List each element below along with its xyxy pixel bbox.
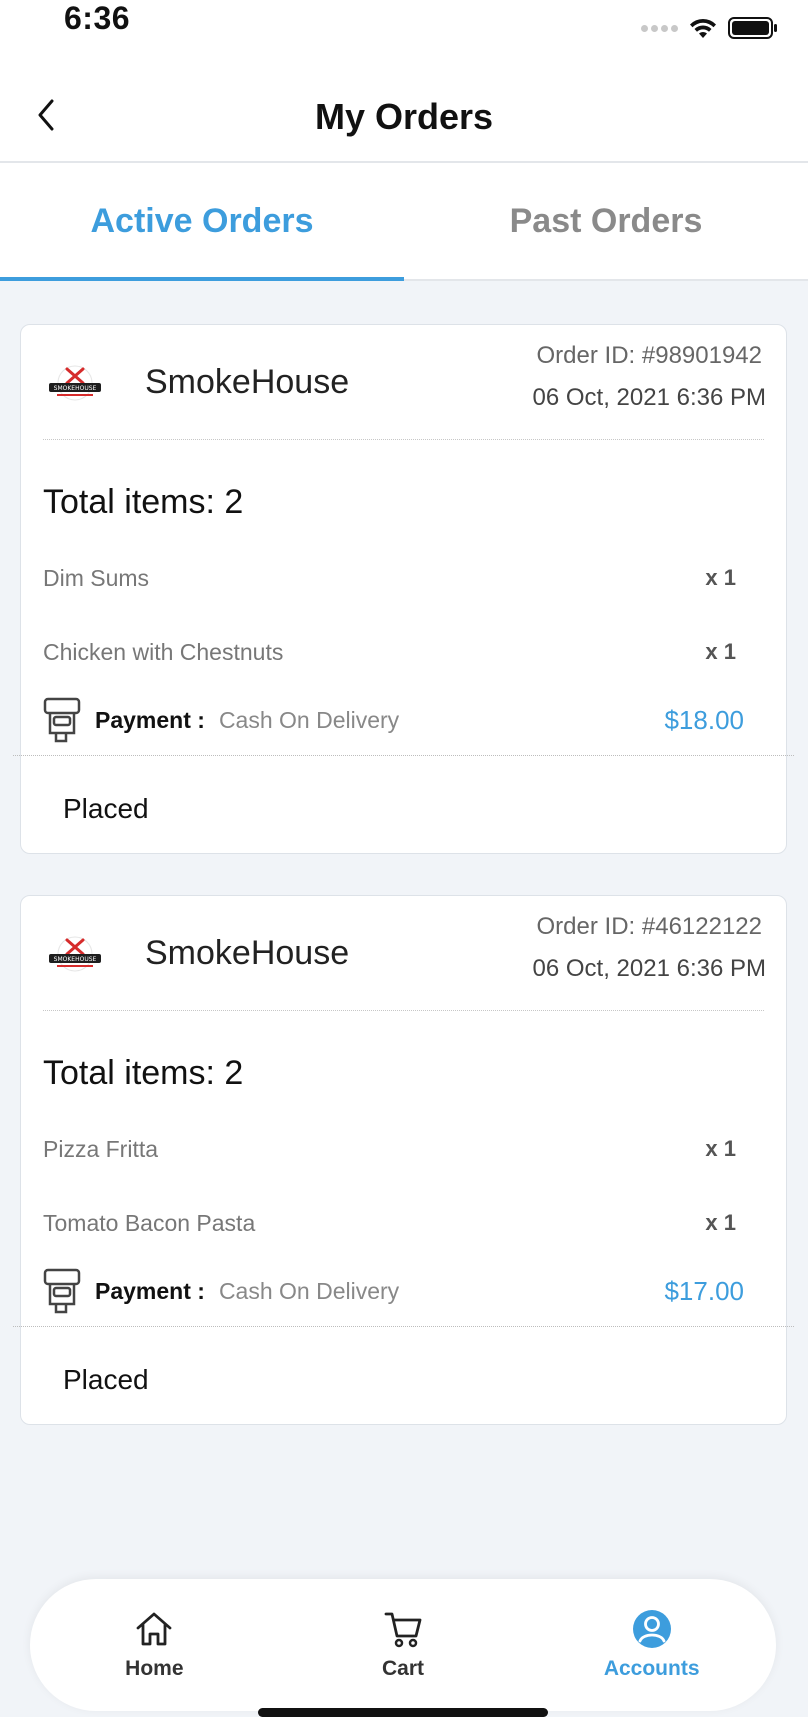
payment-label: Payment : [95, 706, 205, 733]
order-date: 06 Oct, 2021 6:36 PM [532, 384, 766, 411]
item-name: Chicken with Chestnuts [43, 639, 284, 665]
tab-active-orders[interactable]: Active Orders [0, 163, 404, 281]
signal-icon [641, 24, 678, 32]
item-name: Dim Sums [43, 565, 150, 591]
page-title: My Orders [314, 96, 494, 137]
battery-icon [728, 17, 777, 39]
app-header: My Orders [0, 60, 808, 163]
payment-icon [43, 1268, 81, 1314]
nav-home-label: Home [125, 1657, 184, 1680]
payment-icon [43, 697, 81, 743]
list-item: Dim Sums x 1 [43, 565, 736, 592]
order-amount: $17.00 [664, 1275, 744, 1306]
nav-accounts[interactable]: Accounts [527, 1579, 776, 1711]
store-name: SmokeHouse [145, 934, 350, 972]
order-id: Order ID: #46122122 [536, 913, 762, 940]
order-card[interactable]: SMOKEHOUSE SmokeHouse Order ID: #4612212… [13, 895, 794, 1425]
item-qty: x 1 [705, 565, 736, 590]
nav-home[interactable]: Home [30, 1579, 279, 1711]
store-name: SmokeHouse [145, 363, 350, 401]
nav-cart-label: Cart [382, 1657, 425, 1680]
order-card-header: SMOKEHOUSE SmokeHouse Order ID: #9890194… [21, 325, 786, 439]
total-items: Total items: 2 [43, 483, 244, 521]
divider [43, 439, 764, 440]
payment-info: Payment : Cash On Delivery [43, 1268, 399, 1314]
order-tabs: Active Orders Past Orders [0, 163, 808, 281]
item-qty: x 1 [705, 1136, 736, 1161]
bottom-nav: Home Cart Accounts [30, 1579, 776, 1711]
tab-past-orders[interactable]: Past Orders [404, 163, 808, 279]
order-amount: $18.00 [664, 704, 744, 735]
order-status: Placed [63, 793, 149, 824]
payment-method: Cash On Delivery [218, 1277, 400, 1304]
list-item: Chicken with Chestnuts x 1 [43, 639, 736, 666]
status-bar: 6:36 [0, 0, 808, 60]
divider [13, 755, 794, 756]
order-status: Placed [63, 1364, 149, 1395]
logo-text: SMOKEHOUSE [54, 385, 97, 392]
payment-row: Payment : Cash On Delivery $17.00 [43, 1265, 744, 1317]
cart-icon [384, 1612, 422, 1648]
status-time: 6:36 [64, 0, 131, 36]
item-qty: x 1 [705, 1210, 736, 1235]
home-indicator [258, 1708, 548, 1717]
order-card-header: SMOKEHOUSE SmokeHouse Order ID: #4612212… [21, 896, 786, 1010]
list-item: Tomato Bacon Pasta x 1 [43, 1210, 736, 1237]
order-date: 06 Oct, 2021 6:36 PM [532, 955, 766, 982]
home-icon [136, 1612, 172, 1646]
payment-info: Payment : Cash On Delivery [43, 697, 399, 743]
restaurant-logo: SMOKEHOUSE [49, 365, 101, 401]
nav-accounts-label: Accounts [603, 1657, 700, 1680]
logo-text: SMOKEHOUSE [54, 956, 97, 963]
restaurant-logo: SMOKEHOUSE [49, 936, 101, 972]
status-icons [641, 16, 778, 40]
payment-method: Cash On Delivery [218, 706, 400, 733]
payment-label: Payment : [95, 1277, 205, 1304]
wifi-icon [690, 18, 716, 38]
payment-row: Payment : Cash On Delivery $18.00 [43, 694, 744, 746]
item-name: Tomato Bacon Pasta [43, 1210, 256, 1236]
total-items: Total items: 2 [43, 1054, 244, 1092]
order-card[interactable]: SMOKEHOUSE SmokeHouse Order ID: #9890194… [13, 324, 794, 854]
item-name: Pizza Fritta [43, 1136, 159, 1162]
nav-cart[interactable]: Cart [279, 1579, 528, 1711]
order-id: Order ID: #98901942 [536, 342, 762, 369]
account-icon [632, 1610, 671, 1648]
item-qty: x 1 [705, 639, 736, 664]
divider [43, 1010, 764, 1011]
list-item: Pizza Fritta x 1 [43, 1136, 736, 1163]
divider [13, 1326, 794, 1327]
